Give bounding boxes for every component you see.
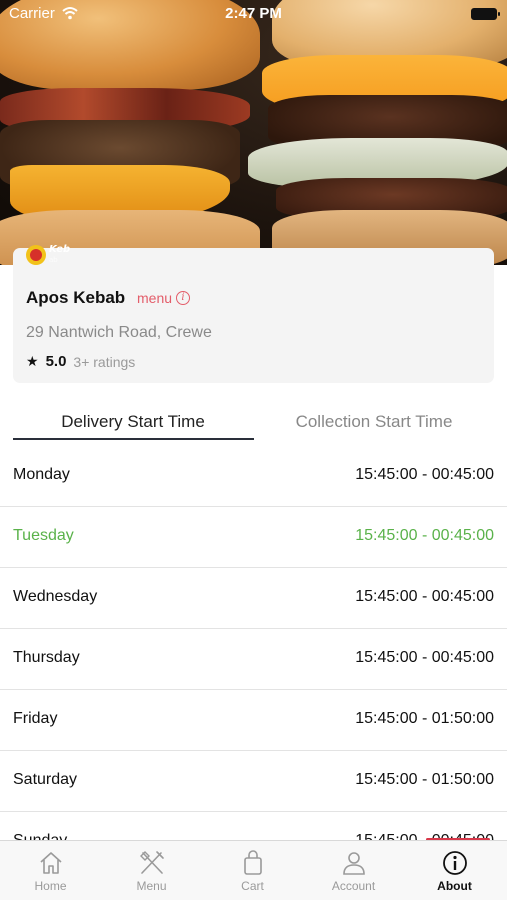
menu-link-label: menu (137, 290, 173, 306)
menu-link[interactable]: menu i (137, 290, 191, 306)
day-label: Saturday (13, 771, 78, 788)
svg-text:Keb: Keb (49, 244, 70, 255)
shopping-bag-icon (243, 850, 262, 875)
hours-value: 15:45:00 - 00:45:00 (355, 588, 494, 605)
list-item: Thursday 15:45:00 - 00:45:00 (0, 629, 507, 690)
tabbar-menu-label: Menu (136, 879, 167, 893)
day-label: Sunday (13, 832, 67, 840)
hours-value: 15:45:00 - 01:50:00 (355, 771, 494, 788)
hours-value: 15:45:00 - 01:50:00 (355, 710, 494, 727)
list-item: Sunday 15:45:00 - 00:45:00 (0, 812, 507, 840)
info-icon (442, 851, 467, 875)
tabbar-account[interactable]: Account (303, 841, 404, 900)
hero-image (0, 0, 507, 265)
tab-collection-start-time[interactable]: Collection Start Time (254, 412, 494, 432)
info-icon: i (176, 291, 191, 305)
day-label: Monday (13, 466, 70, 483)
list-item: Saturday 15:45:00 - 01:50:00 (0, 751, 507, 812)
tabbar-home-label: Home (34, 879, 67, 893)
hours-value: 15:45:00 - 00:45:00 (355, 527, 494, 544)
list-item: Wednesday 15:45:00 - 00:45:00 (0, 568, 507, 629)
tabbar-account-label: Account (331, 879, 376, 893)
restaurant-address: 29 Nantwich Road, Crewe (26, 324, 212, 341)
restaurant-info-card: Keb ab Apos Kebab menu i 29 Nantwich Roa… (13, 244, 494, 383)
battery-icon (471, 8, 500, 20)
day-label: Friday (13, 710, 58, 727)
day-label: Wednesday (13, 588, 98, 605)
hours-value: 15:45:00 - 00:45:00 (355, 649, 494, 666)
fork-knife-icon (139, 851, 164, 874)
hours-value: 15:45:00 - 00:45:00 (355, 466, 494, 483)
tabbar-about[interactable]: About (404, 841, 505, 900)
bottom-tab-bar: Home Menu Cart Account About (0, 840, 507, 900)
day-label: Thursday (13, 649, 80, 666)
status-bar: Carrier 2:47 PM (0, 0, 507, 28)
hours-tabs: Delivery Start Time Collection Start Tim… (0, 400, 507, 442)
tabbar-cart-label: Cart (241, 879, 264, 893)
svg-text:ab: ab (49, 256, 58, 264)
list-item: Monday 15:45:00 - 00:45:00 (0, 446, 507, 507)
active-tab-indicator (13, 438, 254, 440)
day-label: Tuesday (13, 527, 74, 544)
tabbar-cart[interactable]: Cart (202, 841, 303, 900)
home-icon (39, 852, 62, 874)
star-icon: ★ (26, 353, 39, 369)
rating-row: ★ 5.0 3+ ratings (26, 353, 135, 370)
status-time: 2:47 PM (225, 5, 282, 22)
rating-count: 3+ ratings (73, 353, 136, 370)
person-icon (342, 852, 365, 875)
opening-hours-list[interactable]: Monday 15:45:00 - 00:45:00 Tuesday 15:45… (0, 446, 507, 840)
list-item: Friday 15:45:00 - 01:50:00 (0, 690, 507, 751)
rating-value: 5.0 (45, 353, 67, 370)
tabbar-about-label: About (437, 879, 472, 893)
tabbar-home[interactable]: Home (0, 841, 101, 900)
restaurant-name: Apos Kebab (26, 288, 126, 307)
tab-delivery-start-time[interactable]: Delivery Start Time (13, 412, 253, 432)
list-item: Tuesday 15:45:00 - 00:45:00 (0, 507, 507, 568)
restaurant-logo: Keb ab (26, 244, 70, 265)
tabbar-menu[interactable]: Menu (101, 841, 202, 900)
